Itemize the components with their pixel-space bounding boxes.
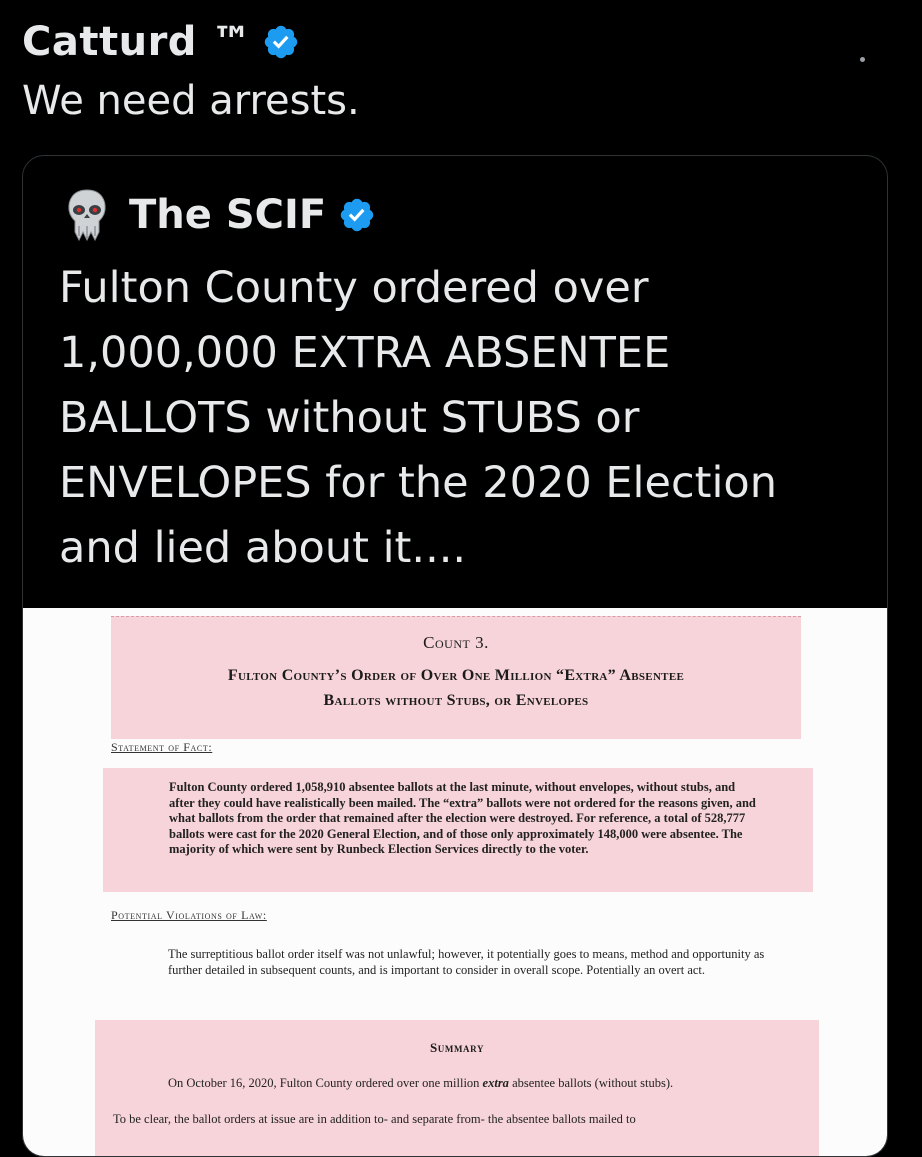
potential-violations-label: Potential Violations of Law: [111,908,267,922]
fact-box: Fulton County ordered 1,058,910 absentee… [103,768,813,892]
quoted-author-name[interactable]: The SCIF [129,192,326,238]
author-name[interactable]: Catturd ™ [22,19,252,65]
count-heading-box: Count 3. Fulton County’s Order of Over O… [111,616,801,739]
summary-line-1-end: absentee ballots (without stubs). [508,1076,674,1090]
tweet-text: We need arrests. [22,78,360,124]
statement-of-fact-label: Statement of Fact: [111,740,213,754]
summary-line-1: On October 16, 2020, Fulton County order… [168,1076,673,1091]
document-image[interactable]: Count 3. Fulton County’s Order of Over O… [23,608,887,1156]
summary-line-1-start: On October 16, 2020, Fulton County order… [168,1076,483,1090]
summary-line-2: To be clear, the ballot orders at issue … [113,1112,636,1126]
summary-box: Summary On October 16, 2020, Fulton Coun… [95,1020,819,1156]
fact-text: Fulton County ordered 1,058,910 absentee… [169,780,756,856]
count-subtitle-line1: Fulton County’s Order of Over One Millio… [227,667,685,684]
count-title: Count 3. [423,633,489,652]
quoted-tweet-header: The SCIF [65,188,376,242]
more-options-icon[interactable] [860,57,865,62]
quoted-tweet-text: Fulton County ordered over 1,000,000 EXT… [59,263,777,573]
punisher-skull-icon [68,189,106,242]
verified-badge-icon [264,25,298,59]
violation-text: The surreptitious ballot order itself wa… [168,947,765,977]
quoted-tweet[interactable]: The SCIF Fulton County ordered over 1,00… [22,155,888,1157]
count-subtitle: Fulton County’s Order of Over One Millio… [111,663,801,713]
summary-extra-emphasis: extra [482,1076,509,1090]
count-subtitle-line2: Ballots without Stubs, or Envelopes [323,692,589,709]
tweet-header: Catturd ™ [22,14,300,70]
summary-title: Summary [429,1040,485,1055]
verified-badge-icon [340,198,374,232]
